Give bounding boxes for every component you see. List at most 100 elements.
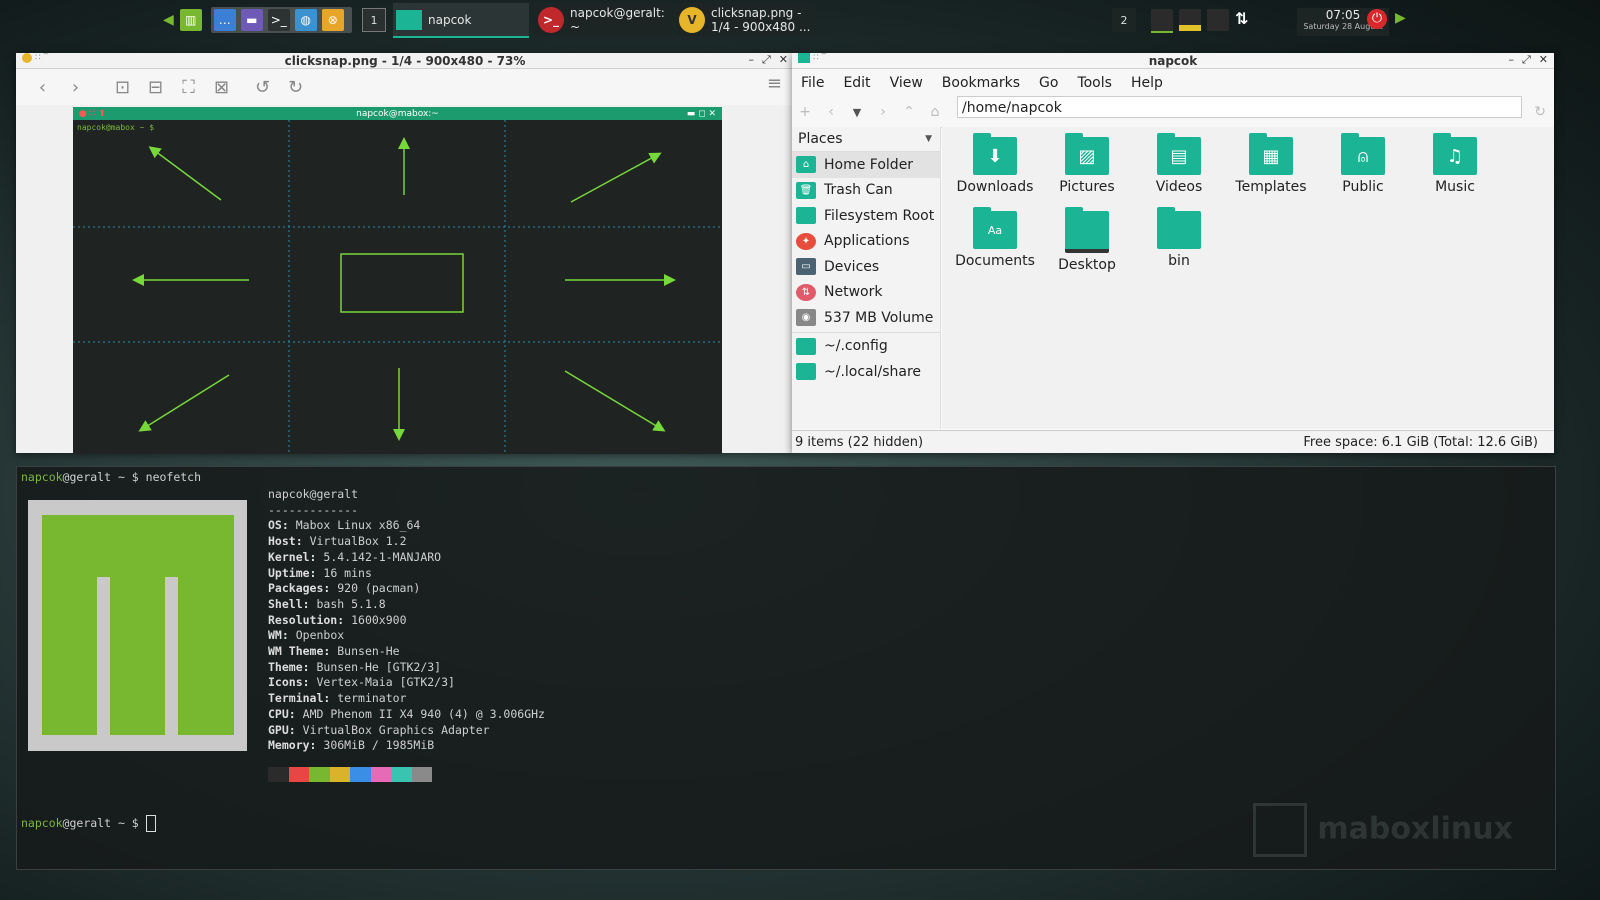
nf-row: Memory: 306MiB / 1985MiB: [268, 738, 435, 753]
menu-edit[interactable]: Edit: [843, 75, 870, 91]
window-title: clicksnap.png - 1/4 - 900x480 - 73%: [284, 53, 526, 68]
browser-icon[interactable]: ◍: [294, 9, 317, 31]
network-icon: ⇅: [796, 283, 816, 301]
files-icon[interactable]: ▬: [240, 9, 263, 31]
reload-icon[interactable]: ↻: [1534, 104, 1546, 120]
folder-music[interactable]: ♫ Music: [1410, 133, 1500, 195]
memory-graph-icon: [1179, 9, 1201, 31]
task-label-line1: clicksnap.png -: [711, 5, 802, 20]
zoom-original-icon[interactable]: ⊠: [205, 77, 238, 98]
minimize-icon[interactable]: –: [748, 53, 754, 67]
close-icon[interactable]: ✕: [1539, 53, 1548, 67]
place-label: Trash Can: [824, 182, 893, 199]
menu-bookmarks[interactable]: Bookmarks: [942, 75, 1020, 91]
folder-downloads[interactable]: ⬇ Downloads: [950, 133, 1040, 195]
fm-titlebar[interactable]: ∷ ‾ napcok – ⤢ ✕: [792, 53, 1554, 69]
viewer-titlebar[interactable]: ∷ ‾ clicksnap.png - 1/4 - 900x480 - 73% …: [16, 53, 794, 69]
menu-help[interactable]: Help: [1131, 75, 1163, 91]
places-header[interactable]: Places ▼: [792, 127, 940, 152]
nf-row: WM: Openbox: [268, 628, 345, 643]
folder-label: Documents: [955, 253, 1035, 269]
inner-app-icon: ● ∷ ⬆: [79, 108, 106, 119]
arrow-left-icon[interactable]: ◀: [163, 12, 174, 28]
applications-icon: ✦: [796, 232, 816, 250]
folder-desktop[interactable]: Desktop: [1042, 207, 1132, 273]
place-network[interactable]: ⇅ Network: [792, 280, 940, 306]
forward-icon[interactable]: ›: [870, 104, 896, 120]
image-viewer-window: ∷ ‾ clicksnap.png - 1/4 - 900x480 - 73% …: [16, 53, 794, 454]
menu-file[interactable]: File: [801, 75, 824, 91]
zoom-out-icon[interactable]: ⊟: [139, 77, 172, 98]
network-updown-icon[interactable]: ⇅: [1235, 9, 1248, 28]
place-trash[interactable]: 🗑 Trash Can: [792, 178, 940, 204]
close-icon[interactable]: ✕: [779, 53, 788, 67]
menu-go[interactable]: Go: [1039, 75, 1058, 91]
settings-icon[interactable]: ⊗: [321, 9, 344, 31]
folder-public[interactable]: ⍝ Public: [1318, 133, 1408, 195]
nf-separator: -------------: [268, 502, 359, 517]
task-viewer[interactable]: V clicksnap.png -1/4 - 900x480 ...: [675, 3, 815, 36]
task-terminal[interactable]: >_ napcok@geralt: ~: [534, 3, 672, 36]
folder-label: bin: [1168, 253, 1190, 269]
hamburger-menu-icon[interactable]: ≡: [767, 73, 782, 94]
forward-icon[interactable]: ›: [59, 77, 92, 98]
back-icon[interactable]: ‹: [818, 104, 844, 120]
folder-documents[interactable]: Aa Documents: [950, 207, 1040, 269]
place-config[interactable]: ~/.config: [792, 334, 940, 360]
folder-bin[interactable]: bin: [1134, 207, 1224, 269]
mabox-menu-icon[interactable]: ▥: [179, 9, 202, 31]
zoom-fit-icon[interactable]: ⛶: [172, 77, 205, 98]
arrow-right-icon[interactable]: ▶: [1395, 10, 1406, 26]
up-icon[interactable]: ⌃: [896, 104, 922, 120]
rotate-left-icon[interactable]: ↺: [246, 77, 279, 98]
palette-swatch: [329, 767, 350, 782]
chevron-down-icon[interactable]: ▼: [925, 134, 932, 144]
maximize-icon[interactable]: ⤢: [1522, 53, 1531, 67]
terminal-window[interactable]: napcok@geralt ~ $ neofetch napcok@geralt…: [16, 466, 1556, 870]
terminal-icon: >_: [538, 6, 564, 33]
cube-icon: [1253, 803, 1308, 857]
neofetch-info: napcok@geralt ------------- OS: Mabox Li…: [268, 487, 545, 754]
place-local-share[interactable]: ~/.local/share: [792, 359, 940, 385]
power-icon[interactable]: ⏻: [1367, 9, 1387, 29]
place-label: ~/.config: [824, 338, 888, 355]
folder-view: ⬇ Downloads ▨ Pictures ▤ Videos ▦ Templates …: [942, 127, 1554, 429]
terminal-icon[interactable]: >_: [267, 9, 290, 31]
folder-icon: [796, 207, 816, 225]
folder-label: Desktop: [1058, 257, 1116, 273]
palette-swatch: [370, 767, 391, 782]
workspace-1[interactable]: 1: [362, 8, 386, 32]
location-input[interactable]: /home/napcok: [957, 96, 1522, 118]
drive-icon: ◉: [796, 309, 816, 327]
rotate-right-icon[interactable]: ↻: [279, 77, 312, 98]
home-icon[interactable]: ⌂: [922, 104, 948, 120]
maximize-icon[interactable]: ⤢: [762, 53, 771, 67]
music-icon: ♫: [1433, 133, 1477, 175]
launcher-bar: ◀ ▥ … ▬ >_ ◍ ⊗: [163, 7, 352, 33]
zoom-in-icon[interactable]: ⊡: [106, 77, 139, 98]
place-home-folder[interactable]: ⌂ Home Folder: [792, 152, 940, 178]
back-icon[interactable]: ‹: [26, 77, 59, 98]
cpu-graph-icon: [1151, 9, 1173, 33]
folder-videos[interactable]: ▤ Videos: [1134, 133, 1224, 195]
history-dropdown-icon[interactable]: ▼: [844, 106, 870, 119]
minimize-icon[interactable]: –: [1508, 53, 1514, 67]
menu-view[interactable]: View: [890, 75, 923, 91]
apps-icon[interactable]: …: [213, 9, 236, 31]
workspace-2[interactable]: 2: [1112, 8, 1136, 32]
folder-templates[interactable]: ▦ Templates: [1226, 133, 1316, 195]
viewer-toolbar: ‹ › ⊡ ⊟ ⛶ ⊠ ↺ ↻ ≡: [16, 69, 794, 106]
new-tab-icon[interactable]: +: [792, 104, 818, 120]
top-panel: ◀ ▥ … ▬ >_ ◍ ⊗ 1 napcok >_ napcok@geralt…: [0, 0, 1600, 40]
place-devices[interactable]: ▭ Devices: [792, 254, 940, 280]
place-filesystem-root[interactable]: Filesystem Root: [792, 203, 940, 229]
film-icon: ▤: [1157, 133, 1201, 175]
folder-pictures[interactable]: ▨ Pictures: [1042, 133, 1132, 195]
download-icon: ⬇: [973, 133, 1017, 175]
trash-icon: 🗑: [796, 181, 816, 199]
place-applications[interactable]: ✦ Applications: [792, 229, 940, 255]
menu-tools[interactable]: Tools: [1077, 75, 1112, 91]
place-volume[interactable]: ◉ 537 MB Volume: [792, 305, 940, 331]
task-filemanager[interactable]: napcok: [393, 3, 529, 38]
nf-row: Kernel: 5.4.142-1-MANJARO: [268, 549, 442, 564]
